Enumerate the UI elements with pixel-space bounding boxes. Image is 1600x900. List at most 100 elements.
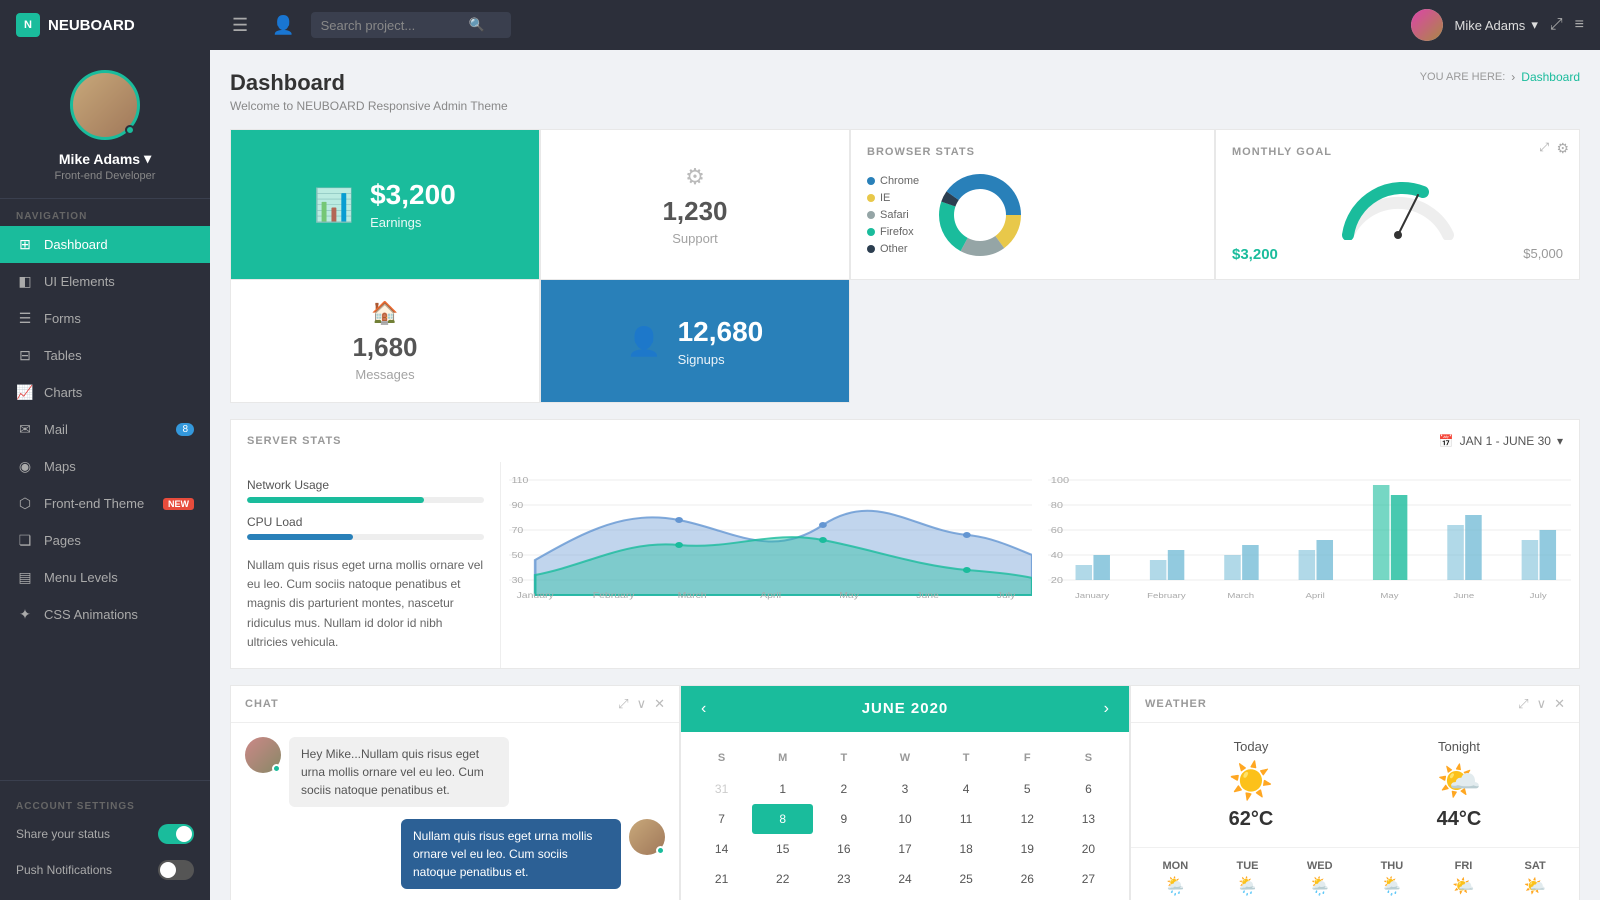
cal-date[interactable]: 31	[691, 774, 752, 804]
cal-date[interactable]: 29	[752, 894, 813, 900]
close-icon[interactable]: ✕	[654, 696, 665, 712]
expand-icon[interactable]: ⤢	[618, 696, 628, 712]
cal-date[interactable]: 26	[997, 864, 1058, 894]
ie-label: IE	[880, 192, 890, 204]
cal-date[interactable]: 15	[752, 834, 813, 864]
calendar-icon: 📅	[1439, 434, 1454, 448]
push-notifications-toggle[interactable]	[158, 860, 194, 880]
cal-date[interactable]: 2	[936, 894, 997, 900]
cal-prev-button[interactable]: ‹	[701, 700, 706, 718]
cal-next-button[interactable]: ›	[1104, 700, 1109, 718]
date-filter[interactable]: 📅 JAN 1 - JUNE 30 ▾	[1439, 434, 1563, 448]
cal-date[interactable]: 19	[997, 834, 1058, 864]
cal-date[interactable]: 21	[691, 864, 752, 894]
cal-date[interactable]: 14	[691, 834, 752, 864]
sidebar-item-frontend-theme[interactable]: ⬡ Front-end Theme NEW	[0, 485, 210, 522]
cal-date[interactable]: 13	[1058, 804, 1119, 834]
cal-date-today[interactable]: 8	[752, 804, 813, 834]
username-button[interactable]: Mike Adams ▾	[1455, 17, 1538, 33]
cal-date[interactable]: 2	[813, 774, 874, 804]
hamburger-icon[interactable]: ≡	[1575, 16, 1584, 34]
push-notifications-toggle-row: Push Notifications	[0, 852, 210, 888]
earnings-label: Earnings	[370, 215, 456, 230]
cal-date[interactable]: 28	[691, 894, 752, 900]
cal-date[interactable]: 5	[997, 774, 1058, 804]
page-title: Dashboard	[230, 70, 508, 96]
browser-stats-title: BROWSER STATS	[867, 146, 1198, 158]
cal-date[interactable]: 3	[997, 894, 1058, 900]
messages-icon: 🏠	[371, 300, 398, 326]
forecast-sat: SAT 🌤️ 42°C	[1523, 860, 1548, 900]
breadcrumb-current: Dashboard	[1521, 70, 1580, 84]
settings-button[interactable]: ⚙	[1556, 140, 1569, 157]
message-row-2: Nullam quis risus eget urna mollis ornar…	[245, 819, 665, 889]
cal-date[interactable]: 22	[752, 864, 813, 894]
earnings-icon: 📊	[314, 186, 354, 224]
mon-icon: 🌦️	[1164, 876, 1186, 897]
today-label: Today	[1234, 739, 1269, 754]
day-name-f: F	[997, 748, 1058, 768]
cal-date[interactable]: 4	[936, 774, 997, 804]
sidebar-item-css-animations[interactable]: ✦ CSS Animations	[0, 596, 210, 633]
pages-icon: ❏	[16, 532, 34, 549]
cal-date[interactable]: 27	[1058, 864, 1119, 894]
menu-toggle-button[interactable]: ☰	[232, 15, 248, 36]
cal-date[interactable]: 1	[874, 894, 935, 900]
online-dot	[272, 764, 281, 773]
search-input[interactable]	[321, 18, 461, 33]
collapse-icon[interactable]: ∨	[1537, 696, 1547, 712]
sidebar-item-dashboard[interactable]: ⊞ Dashboard	[0, 226, 210, 263]
cal-date[interactable]: 6	[1058, 774, 1119, 804]
chrome-label: Chrome	[880, 175, 919, 187]
server-left: Network Usage CPU Load Nullam quis risus…	[231, 462, 501, 668]
cal-date[interactable]: 9	[813, 804, 874, 834]
svg-text:July: July	[1529, 591, 1547, 599]
sidebar-item-tables[interactable]: ⊟ Tables	[0, 337, 210, 374]
cal-date[interactable]: 25	[936, 864, 997, 894]
cal-date[interactable]: 7	[691, 804, 752, 834]
cal-date[interactable]: 1	[752, 774, 813, 804]
user-icon-button[interactable]: 👤	[272, 15, 294, 36]
sidebar-item-pages[interactable]: ❏ Pages	[0, 522, 210, 559]
cal-date[interactable]: 20	[1058, 834, 1119, 864]
cal-date[interactable]: 11	[936, 804, 997, 834]
maps-icon: ◉	[16, 458, 34, 475]
cal-date[interactable]: 4	[1058, 894, 1119, 900]
tue-label: TUE	[1237, 860, 1259, 872]
cal-date[interactable]: 23	[813, 864, 874, 894]
expand-button[interactable]: ⤢	[1539, 140, 1549, 155]
expand-icon[interactable]: ⤢	[1518, 696, 1528, 712]
sidebar-item-maps[interactable]: ◉ Maps	[0, 448, 210, 485]
other-label: Other	[880, 243, 908, 255]
cal-date[interactable]: 18	[936, 834, 997, 864]
bar-chart: 100 80 60 40 20	[1048, 470, 1571, 600]
svg-text:100: 100	[1051, 476, 1069, 485]
cal-date[interactable]: 16	[813, 834, 874, 864]
cal-date[interactable]: 3	[874, 774, 935, 804]
sidebar-item-menu-levels[interactable]: ▤ Menu Levels	[0, 559, 210, 596]
messages-label: Messages	[355, 367, 414, 382]
svg-text:March: March	[677, 591, 706, 600]
profile-role: Front-end Developer	[55, 170, 156, 182]
chevron-down-icon: ▾	[1557, 434, 1563, 448]
sidebar-item-forms[interactable]: ☰ Forms	[0, 300, 210, 337]
support-icon: ⚙	[685, 164, 705, 190]
close-icon[interactable]: ✕	[1554, 696, 1565, 712]
sidebar-item-mail[interactable]: ✉ Mail 8	[0, 411, 210, 448]
cal-date[interactable]: 24	[874, 864, 935, 894]
sidebar-item-label: Tables	[44, 348, 82, 363]
sidebar-item-charts[interactable]: 📈 Charts	[0, 374, 210, 411]
cpu-load-label: CPU Load	[247, 515, 484, 529]
cal-date[interactable]: 10	[874, 804, 935, 834]
cal-date[interactable]: 12	[997, 804, 1058, 834]
cal-date[interactable]: 17	[874, 834, 935, 864]
share-status-toggle[interactable]	[158, 824, 194, 844]
sidebar-item-ui-elements[interactable]: ◧ UI Elements	[0, 263, 210, 300]
support-label: Support	[672, 231, 718, 246]
sidebar-item-label: UI Elements	[44, 274, 115, 289]
tue-icon: 🌦️	[1236, 876, 1258, 897]
expand-icon[interactable]: ⤢	[1550, 16, 1563, 34]
fri-label: FRI	[1455, 860, 1473, 872]
cal-date[interactable]: 30	[813, 894, 874, 900]
collapse-icon[interactable]: ∨	[637, 696, 647, 712]
